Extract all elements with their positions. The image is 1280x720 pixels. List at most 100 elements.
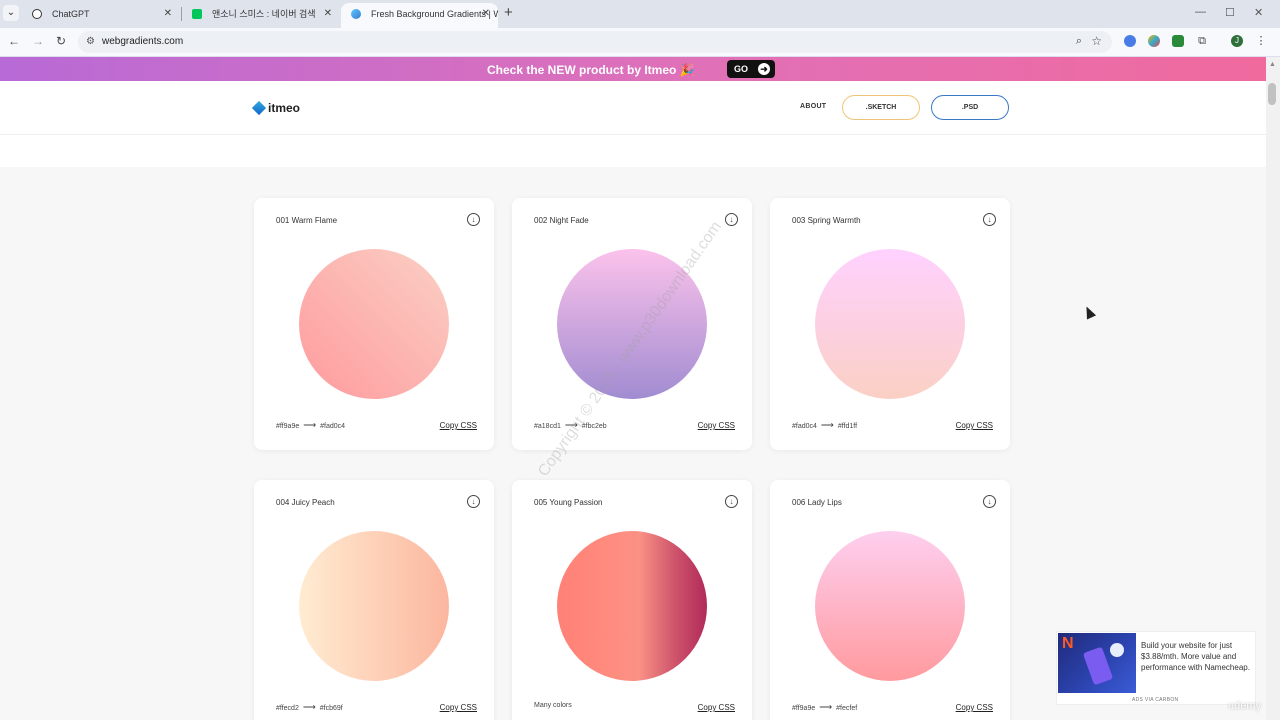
copy-css-button[interactable]: Copy CSS <box>440 421 477 430</box>
color-from: #ff9a9e <box>792 705 816 712</box>
sketch-button[interactable]: .SKETCH <box>842 95 920 120</box>
extension-icon[interactable] <box>1172 35 1184 47</box>
naver-icon <box>192 9 202 19</box>
logo-text: itmeo <box>268 101 301 115</box>
card-title: 006 Lady Lips <box>792 498 842 507</box>
download-icon[interactable]: ↓ <box>725 213 738 226</box>
minimize-button[interactable]: — <box>1195 6 1206 18</box>
color-to: #ffd1ff <box>837 423 858 430</box>
window-close-button[interactable]: ✕ <box>1254 6 1263 19</box>
zoom-icon[interactable]: ⌕ <box>1076 35 1082 48</box>
url-input[interactable]: ⚙ webgradients.com ⌕ ☆ <box>78 31 1112 53</box>
namecheap-logo-icon: N <box>1062 635 1074 652</box>
astronaut-icon <box>1110 643 1124 657</box>
copy-css-button[interactable]: Copy CSS <box>698 421 735 430</box>
gradient-card: 003 Spring Warmth ↓ #fad0c4 ⟶ #ffd1ff Copy… <box>770 198 1010 450</box>
extension-icon[interactable] <box>1124 35 1136 47</box>
address-bar: ← → ↻ ⚙ webgradients.com ⌕ ☆ <box>0 28 1280 57</box>
gradient-colors: Many colors <box>534 702 572 709</box>
extensions-puzzle-icon[interactable]: ⧉ <box>1196 35 1208 47</box>
menu-kebab-icon[interactable]: ⋮ <box>1255 35 1267 47</box>
page-scrollbar[interactable]: ▲ <box>1266 57 1280 720</box>
openai-icon <box>32 9 42 19</box>
tab-title: 앤소니 스미스 : 네이버 검색 <box>212 9 316 19</box>
promo-text: Check the NEW product by Itmeo 🎉 <box>487 63 695 77</box>
card-title: 001 Warm Flame <box>276 216 338 225</box>
extension-icon[interactable] <box>1148 35 1160 47</box>
about-link[interactable]: ABOUT <box>800 103 826 110</box>
browser-tab-bar: ⌄ ChatGPT ✕ 앤소니 스미스 : 네이버 검색 ✕ Fresh Bac… <box>0 0 1280 28</box>
copy-css-button[interactable]: Copy CSS <box>698 703 735 712</box>
arrow-right-icon: ⟶ <box>819 702 833 712</box>
new-tab-button[interactable]: + <box>504 4 513 21</box>
bookmark-star-icon[interactable]: ☆ <box>1091 34 1102 48</box>
ad-text[interactable]: Build your website for just $3.88/mth. M… <box>1141 640 1253 673</box>
download-icon[interactable]: ↓ <box>983 495 996 508</box>
gradient-colors: #ffecd2 ⟶ #fcb69f <box>276 702 343 713</box>
copy-css-label: Copy CSS <box>955 421 993 430</box>
udemy-watermark: udemy <box>1228 700 1262 712</box>
close-icon[interactable]: ✕ <box>164 3 172 25</box>
back-icon[interactable]: ← <box>8 34 20 48</box>
close-icon[interactable]: ✕ <box>482 3 490 25</box>
carbon-ad[interactable]: N Build your website for just $3.88/mth.… <box>1056 631 1256 705</box>
copy-css-button[interactable]: Copy CSS <box>440 703 477 712</box>
avatar[interactable]: J <box>1231 35 1243 47</box>
close-icon[interactable]: ✕ <box>324 3 332 25</box>
color-from: #fad0c4 <box>792 423 817 430</box>
arrow-right-icon: ⟶ <box>820 420 834 430</box>
card-title: 005 Young Passion <box>534 498 603 507</box>
tab-naver[interactable]: 앤소니 스미스 : 네이버 검색 ✕ <box>182 3 340 25</box>
gradient-card: 001 Warm Flame ↓ #ff9a9e ⟶ #fad0c4 Copy CS… <box>254 198 494 450</box>
download-icon[interactable]: ↓ <box>467 213 480 226</box>
gradient-preview[interactable] <box>557 531 707 681</box>
copy-css-label: Copy CSS <box>439 421 477 430</box>
gradient-colors: #fad0c4 ⟶ #ffd1ff <box>792 420 857 431</box>
ad-image[interactable]: N <box>1058 633 1136 693</box>
forward-icon[interactable]: → <box>32 34 44 48</box>
tab-title: ChatGPT <box>52 9 90 19</box>
download-icon[interactable]: ↓ <box>983 213 996 226</box>
promo-go-label: GO <box>734 64 749 74</box>
tab-webgradients[interactable]: Fresh Background Gradients | W ✕ <box>341 3 498 28</box>
psd-button[interactable]: .PSD <box>931 95 1009 120</box>
itmeo-logo-icon <box>251 100 267 116</box>
scroll-thumb[interactable] <box>1268 83 1276 105</box>
mouse-cursor-icon <box>1081 304 1097 320</box>
arrow-right-icon: ⟶ <box>302 702 316 712</box>
gradient-preview[interactable] <box>815 531 965 681</box>
gradient-preview[interactable] <box>299 249 449 399</box>
copy-css-label: Copy CSS <box>955 703 993 712</box>
tab-search-icon[interactable]: ⌄ <box>3 5 19 21</box>
webgradients-icon <box>351 9 361 19</box>
gradient-preview[interactable] <box>299 531 449 681</box>
url-text: webgradients.com <box>102 36 184 47</box>
copy-css-button[interactable]: Copy CSS <box>956 703 993 712</box>
download-icon[interactable]: ↓ <box>467 495 480 508</box>
scroll-up-icon[interactable]: ▲ <box>1269 61 1276 68</box>
copy-css-button[interactable]: Copy CSS <box>956 421 993 430</box>
reload-icon[interactable]: ↻ <box>56 34 66 48</box>
gradient-card: 004 Juicy Peach ↓ #ffecd2 ⟶ #fcb69f Copy C… <box>254 480 494 720</box>
card-title: 003 Spring Warmth <box>792 216 861 225</box>
tab-title: Fresh Background Gradients | W <box>371 9 498 19</box>
color-from: #ffecd2 <box>276 705 299 712</box>
site-header: itmeo ABOUT .SKETCH .PSD <box>0 81 1266 167</box>
color-to: #fecfef <box>836 705 858 712</box>
color-to: #fcb69f <box>319 705 343 712</box>
maximize-button[interactable]: ☐ <box>1225 6 1235 19</box>
phone-icon <box>1082 646 1114 686</box>
ad-via-label[interactable]: ADS VIA CARBON <box>1132 697 1178 703</box>
download-icon[interactable]: ↓ <box>725 495 738 508</box>
tab-chatgpt[interactable]: ChatGPT ✕ <box>22 3 180 25</box>
gradient-preview[interactable] <box>815 249 965 399</box>
gradient-colors: #ff9a9e ⟶ #fad0c4 <box>276 420 345 431</box>
color-to: #fad0c4 <box>320 423 346 430</box>
promo-go-button[interactable]: GO ➜ <box>727 60 775 78</box>
copy-css-label: Copy CSS <box>697 421 735 430</box>
color-from: #a18cd1 <box>534 423 561 430</box>
divider <box>0 134 1266 135</box>
gradient-colors: #ff9a9e ⟶ #fecfef <box>792 702 857 713</box>
itmeo-logo[interactable]: itmeo <box>251 100 301 116</box>
site-info-icon[interactable]: ⚙ <box>86 36 95 47</box>
